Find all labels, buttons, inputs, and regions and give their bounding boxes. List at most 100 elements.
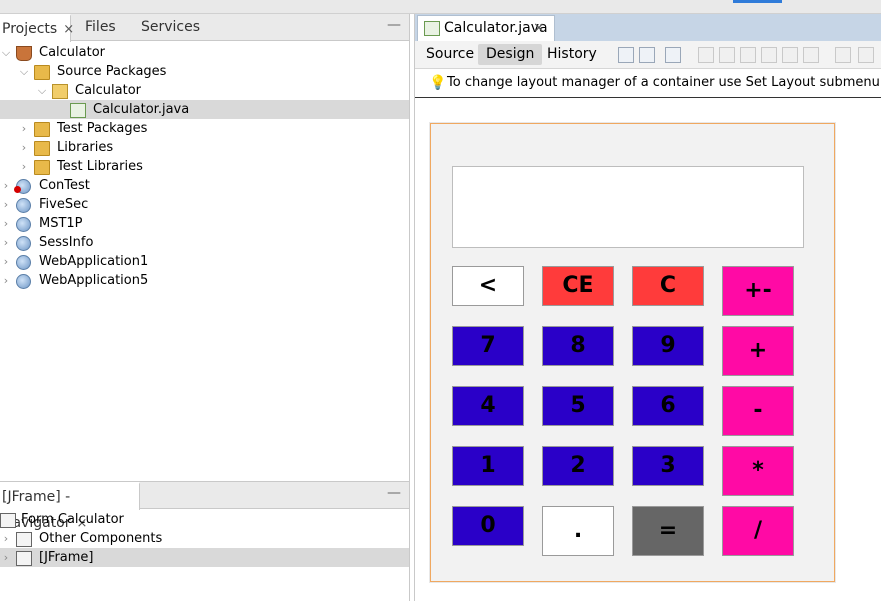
align-left-icon[interactable] — [698, 47, 714, 63]
chevron-right-icon[interactable]: › — [1, 176, 11, 195]
tree-item[interactable]: › SessInfo — [0, 233, 409, 252]
resize-horizontal-icon[interactable] — [835, 47, 851, 63]
chevron-right-icon[interactable]: › — [1, 252, 11, 271]
resize-vertical-icon[interactable] — [858, 47, 874, 63]
tree-item-label: ConTest — [39, 178, 90, 193]
history-view-button[interactable]: History — [539, 44, 605, 65]
calculator-display[interactable] — [452, 166, 804, 248]
library-icon — [34, 141, 50, 156]
equals-button[interactable]: = — [632, 506, 704, 556]
top-accent — [733, 0, 782, 3]
tree-item[interactable]: ⌵ Calculator — [0, 43, 409, 62]
tree-item[interactable]: › WebApplication1 — [0, 252, 409, 271]
chevron-right-icon[interactable]: › — [1, 214, 11, 233]
tree-item-label: Calculator.java — [93, 102, 190, 117]
tree-item[interactable]: › WebApplication5 — [0, 271, 409, 290]
source-view-button[interactable]: Source — [418, 44, 482, 65]
tree-item[interactable]: Calculator.java — [0, 100, 409, 119]
tree-item[interactable]: › Test Libraries — [0, 157, 409, 176]
digit-2-button[interactable]: 2 — [542, 446, 614, 486]
java-form-file-icon — [70, 103, 86, 118]
close-icon[interactable]: × — [533, 16, 545, 40]
align-top-icon[interactable] — [761, 47, 777, 63]
navigator-item[interactable]: › [JFrame] — [0, 548, 409, 567]
backspace-button[interactable]: < — [452, 266, 524, 306]
digit-8-button[interactable]: 8 — [542, 326, 614, 366]
tab-services[interactable]: Services — [141, 14, 200, 40]
divide-button[interactable]: / — [722, 506, 794, 556]
tree-item[interactable]: ⌵ Calculator — [0, 81, 409, 100]
tab-files[interactable]: Files — [85, 14, 116, 40]
tree-item[interactable]: › Test Packages — [0, 119, 409, 138]
lightbulb-icon: 💡 — [429, 75, 447, 91]
components-icon — [16, 532, 32, 547]
tree-item[interactable]: ⌵ Source Packages — [0, 62, 409, 81]
chevron-right-icon[interactable]: › — [1, 271, 11, 290]
chevron-down-icon[interactable]: ⌵ — [37, 81, 47, 100]
chevron-right-icon[interactable]: › — [19, 119, 29, 138]
selection-mode-icon[interactable] — [618, 47, 634, 63]
design-view-button[interactable]: Design — [478, 44, 543, 65]
tree-item-label: Source Packages — [57, 64, 167, 79]
folder-icon — [34, 65, 50, 80]
connection-mode-icon[interactable] — [639, 47, 655, 63]
tree-item[interactable]: › FiveSec — [0, 195, 409, 214]
tree-item[interactable]: › MST1P — [0, 214, 409, 233]
layout-hint-text: To change layout manager of a container … — [447, 75, 881, 90]
tree-item[interactable]: › Libraries — [0, 138, 409, 157]
form-icon — [0, 513, 16, 528]
window-top-strip — [0, 0, 881, 14]
chevron-right-icon[interactable]: › — [19, 157, 29, 176]
editor-toolbar: Source Design History — [415, 41, 881, 69]
chevron-down-icon[interactable]: ⌵ — [19, 62, 29, 81]
digit-1-button[interactable]: 1 — [452, 446, 524, 486]
globe-icon — [16, 236, 31, 251]
center-horizontal-icon[interactable] — [740, 47, 756, 63]
digit-9-button[interactable]: 9 — [632, 326, 704, 366]
java-form-file-icon — [424, 21, 440, 36]
tree-item-label: WebApplication1 — [39, 254, 149, 269]
chevron-right-icon[interactable]: › — [1, 233, 11, 252]
editor-tabbar: Calculator.java × — [415, 14, 881, 42]
tab-navigator[interactable]: [JFrame] - Navigator × — [0, 482, 140, 531]
navigator-item[interactable]: › Other Components — [0, 529, 409, 548]
tree-item-label: SessInfo — [39, 235, 94, 250]
navigator-item[interactable]: Form Calculator — [0, 510, 409, 529]
minimize-icon[interactable]: — — [387, 17, 401, 33]
tree-item-label: Test Packages — [57, 121, 148, 136]
align-right-icon[interactable] — [719, 47, 735, 63]
navigator-tree: Form Calculator › Other Components › [JFrame… — [0, 509, 409, 589]
clear-button[interactable]: C — [632, 266, 704, 306]
tree-item-label: Libraries — [57, 140, 114, 155]
digit-5-button[interactable]: 5 — [542, 386, 614, 426]
close-icon[interactable]: × — [63, 22, 74, 37]
digit-3-button[interactable]: 3 — [632, 446, 704, 486]
tree-item-label: Calculator — [39, 45, 106, 60]
digit-7-button[interactable]: 7 — [452, 326, 524, 366]
chevron-down-icon[interactable]: ⌵ — [1, 43, 11, 62]
tab-projects[interactable]: Projects × — [0, 14, 74, 42]
multiply-button[interactable]: * — [722, 446, 794, 496]
editor-tab-calculator-java[interactable]: Calculator.java × — [417, 15, 555, 42]
chevron-right-icon[interactable]: › — [1, 548, 11, 567]
decimal-button[interactable]: . — [542, 506, 614, 556]
align-bottom-icon[interactable] — [782, 47, 798, 63]
left-pane: Projects × Files Services — ⌵ Calculator ⌵ S… — [0, 14, 410, 601]
tree-item[interactable]: › ConTest — [0, 176, 409, 195]
jframe-design-area[interactable]: < CE C +- 7 8 9 +4 5 6- 1 2 3 * 0. = / — [430, 123, 835, 582]
chevron-right-icon[interactable]: › — [19, 138, 29, 157]
negate-button[interactable]: +- — [722, 266, 794, 316]
chevron-right-icon[interactable]: › — [1, 529, 11, 548]
clear-entry-button[interactable]: CE — [542, 266, 614, 306]
digit-0-button[interactable]: 0 — [452, 506, 524, 546]
chevron-right-icon[interactable]: › — [1, 195, 11, 214]
center-vertical-icon[interactable] — [803, 47, 819, 63]
jframe-icon — [16, 551, 32, 566]
digit-4-button[interactable]: 4 — [452, 386, 524, 426]
preview-design-icon[interactable] — [665, 47, 681, 63]
digit-6-button[interactable]: 6 — [632, 386, 704, 426]
minimize-icon[interactable]: — — [387, 485, 401, 501]
tree-item-label: Calculator — [75, 83, 142, 98]
add-button[interactable]: + — [722, 326, 794, 376]
subtract-button[interactable]: - — [722, 386, 794, 436]
